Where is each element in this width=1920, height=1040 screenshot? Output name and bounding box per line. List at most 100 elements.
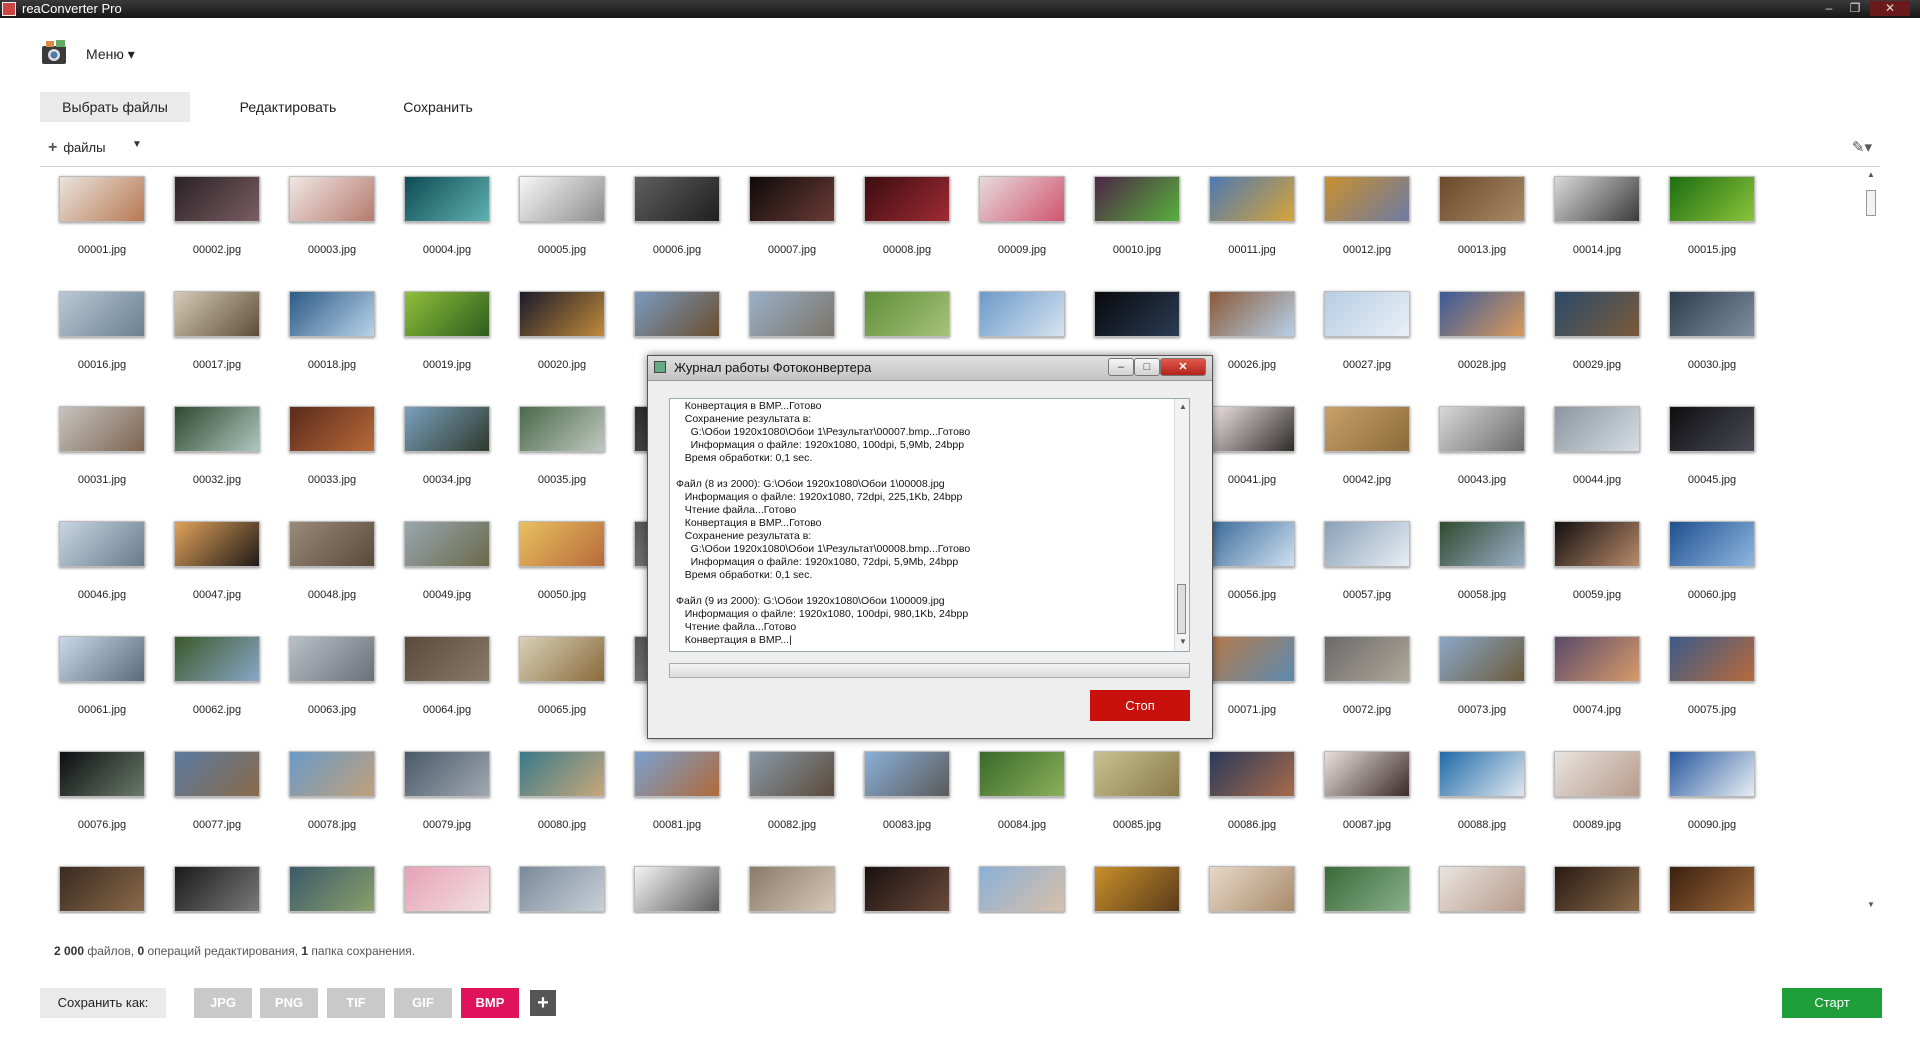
settings-wrench-icon[interactable]: ✎▾ xyxy=(1852,138,1872,156)
file-thumbnail-item[interactable]: 00044.jpg xyxy=(1535,373,1650,488)
file-thumbnail-item[interactable]: 00049.jpg xyxy=(385,488,500,603)
thumbnail-image[interactable] xyxy=(289,751,375,797)
file-thumbnail-item[interactable]: 00103.jpg xyxy=(1420,833,1535,914)
file-thumbnail-item[interactable]: 00072.jpg xyxy=(1305,603,1420,718)
thumbnail-image[interactable] xyxy=(634,176,720,222)
thumbnail-image[interactable] xyxy=(174,751,260,797)
thumbnail-image[interactable] xyxy=(1209,751,1295,797)
dialog-maximize-icon[interactable]: □ xyxy=(1134,358,1160,376)
file-thumbnail-item[interactable]: 00048.jpg xyxy=(270,488,385,603)
thumbnail-image[interactable] xyxy=(404,406,490,452)
thumbnail-image[interactable] xyxy=(1209,176,1295,222)
file-thumbnail-item[interactable]: 00101.jpg xyxy=(1190,833,1305,914)
thumbnail-image[interactable] xyxy=(1554,176,1640,222)
thumbnail-image[interactable] xyxy=(59,291,145,337)
thumbnail-image[interactable] xyxy=(1094,866,1180,912)
thumbnail-image[interactable] xyxy=(59,636,145,682)
thumbnail-image[interactable] xyxy=(1324,176,1410,222)
thumbnail-image[interactable] xyxy=(864,176,950,222)
file-thumbnail-item[interactable]: 00009.jpg xyxy=(960,166,1075,258)
file-thumbnail-item[interactable]: 00045.jpg xyxy=(1650,373,1765,488)
dialog-close-icon[interactable]: ✕ xyxy=(1160,358,1206,376)
file-thumbnail-item[interactable]: 00042.jpg xyxy=(1305,373,1420,488)
file-thumbnail-item[interactable]: 00035.jpg xyxy=(500,373,615,488)
file-thumbnail-item[interactable]: 00091.jpg xyxy=(40,833,155,914)
thumbnail-image[interactable] xyxy=(174,866,260,912)
thumbnail-image[interactable] xyxy=(979,291,1065,337)
format-png-button[interactable]: PNG xyxy=(260,988,318,1018)
thumbnail-image[interactable] xyxy=(749,751,835,797)
thumbnail-image[interactable] xyxy=(519,521,605,567)
file-thumbnail-item[interactable]: 00019.jpg xyxy=(385,258,500,373)
log-textarea[interactable]: Конвертация в BMP...Готово Сохранение ре… xyxy=(669,398,1190,652)
thumbnail-image[interactable] xyxy=(404,176,490,222)
file-thumbnail-item[interactable]: 00102.jpg xyxy=(1305,833,1420,914)
file-thumbnail-item[interactable]: 00014.jpg xyxy=(1535,166,1650,258)
thumbnail-image[interactable] xyxy=(1669,866,1755,912)
thumbnail-image[interactable] xyxy=(749,176,835,222)
file-thumbnail-item[interactable]: 00061.jpg xyxy=(40,603,155,718)
file-thumbnail-item[interactable]: 00058.jpg xyxy=(1420,488,1535,603)
file-thumbnail-item[interactable]: 00005.jpg xyxy=(500,166,615,258)
log-scrollbar-thumb[interactable] xyxy=(1177,584,1186,634)
thumbnail-image[interactable] xyxy=(864,291,950,337)
thumbnail-image[interactable] xyxy=(1439,521,1525,567)
thumbnail-image[interactable] xyxy=(289,521,375,567)
file-thumbnail-item[interactable]: 00076.jpg xyxy=(40,718,155,833)
file-thumbnail-item[interactable]: 00004.jpg xyxy=(385,166,500,258)
file-thumbnail-item[interactable]: 00075.jpg xyxy=(1650,603,1765,718)
minimize-icon[interactable]: – xyxy=(1818,1,1840,16)
thumbnail-image[interactable] xyxy=(519,176,605,222)
thumbnail-image[interactable] xyxy=(634,751,720,797)
scroll-up-icon[interactable]: ▲ xyxy=(1867,170,1875,179)
thumbnail-image[interactable] xyxy=(404,751,490,797)
thumbnail-image[interactable] xyxy=(1324,636,1410,682)
file-thumbnail-item[interactable]: 00092.jpg xyxy=(155,833,270,914)
file-thumbnail-item[interactable]: 00028.jpg xyxy=(1420,258,1535,373)
thumbnail-image[interactable] xyxy=(1209,636,1295,682)
thumbnail-image[interactable] xyxy=(749,291,835,337)
thumbnail-image[interactable] xyxy=(404,521,490,567)
thumbnail-image[interactable] xyxy=(289,636,375,682)
thumbnail-image[interactable] xyxy=(404,291,490,337)
thumbnail-image[interactable] xyxy=(289,866,375,912)
file-thumbnail-item[interactable]: 00077.jpg xyxy=(155,718,270,833)
file-thumbnail-item[interactable]: 00080.jpg xyxy=(500,718,615,833)
thumbnail-image[interactable] xyxy=(404,866,490,912)
file-thumbnail-item[interactable]: 00015.jpg xyxy=(1650,166,1765,258)
file-thumbnail-item[interactable]: 00029.jpg xyxy=(1535,258,1650,373)
thumbnail-image[interactable] xyxy=(59,751,145,797)
close-icon[interactable]: ✕ xyxy=(1870,1,1910,16)
thumbnail-image[interactable] xyxy=(1324,751,1410,797)
file-thumbnail-item[interactable]: 00018.jpg xyxy=(270,258,385,373)
thumbnail-image[interactable] xyxy=(1669,291,1755,337)
thumbnail-image[interactable] xyxy=(59,521,145,567)
file-thumbnail-item[interactable]: 00043.jpg xyxy=(1420,373,1535,488)
restore-icon[interactable]: ❐ xyxy=(1844,1,1866,16)
log-scroll-down-icon[interactable]: ▼ xyxy=(1179,637,1187,646)
thumbnail-image[interactable] xyxy=(749,866,835,912)
thumbnail-image[interactable] xyxy=(1554,291,1640,337)
file-thumbnail-item[interactable]: 00089.jpg xyxy=(1535,718,1650,833)
file-thumbnail-item[interactable]: 00047.jpg xyxy=(155,488,270,603)
thumbnail-image[interactable] xyxy=(1554,636,1640,682)
thumbnail-image[interactable] xyxy=(1094,176,1180,222)
thumbnail-image[interactable] xyxy=(1439,636,1525,682)
thumbnail-image[interactable] xyxy=(174,291,260,337)
thumbnail-image[interactable] xyxy=(289,291,375,337)
file-thumbnail-item[interactable]: 00016.jpg xyxy=(40,258,155,373)
thumbnail-image[interactable] xyxy=(174,636,260,682)
file-thumbnail-item[interactable]: 00003.jpg xyxy=(270,166,385,258)
file-thumbnail-item[interactable]: 00020.jpg xyxy=(500,258,615,373)
thumbnail-image[interactable] xyxy=(864,866,950,912)
thumbnail-image[interactable] xyxy=(1439,406,1525,452)
file-thumbnail-item[interactable]: 00100.jpg xyxy=(1075,833,1190,914)
thumbnail-image[interactable] xyxy=(1554,866,1640,912)
thumbnail-image[interactable] xyxy=(1324,866,1410,912)
thumbnail-image[interactable] xyxy=(1669,176,1755,222)
format-jpg-button[interactable]: JPG xyxy=(194,988,252,1018)
file-thumbnail-item[interactable]: 00031.jpg xyxy=(40,373,155,488)
thumbnail-image[interactable] xyxy=(634,866,720,912)
file-thumbnail-item[interactable]: 00093.jpg xyxy=(270,833,385,914)
thumbnail-image[interactable] xyxy=(1324,291,1410,337)
